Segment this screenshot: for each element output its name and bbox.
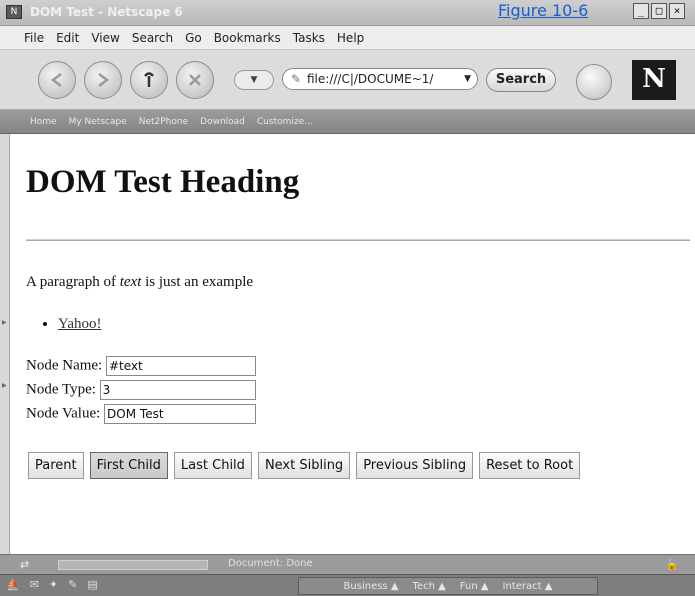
bookmark-home[interactable]: Home — [30, 117, 57, 127]
reset-to-root-button[interactable]: Reset to Root — [479, 452, 581, 479]
channel-interact[interactable]: Interact ▲ — [503, 581, 553, 592]
window-controls: _ □ × — [633, 3, 685, 19]
parent-button[interactable]: Parent — [28, 452, 84, 479]
paragraph-emphasis: text — [119, 274, 142, 290]
sidebar-grip[interactable]: ▶ ▶ — [0, 134, 10, 554]
menu-bar: File Edit View Search Go Bookmarks Tasks… — [0, 26, 695, 50]
list-item: Yahoo! — [58, 316, 101, 333]
address-book-icon[interactable]: ▤ — [87, 578, 97, 591]
component-bar: ⛵ ✉ ✦ ✎ ▤ Business ▲ Tech ▲ Fun ▲ Intera… — [0, 574, 695, 596]
first-child-button[interactable]: First Child — [89, 452, 168, 479]
paragraph: A paragraph of text is just an example — [26, 274, 253, 291]
menu-help[interactable]: Help — [337, 31, 364, 45]
channel-tech[interactable]: Tech ▲ — [413, 581, 446, 592]
node-value-label: Node Value: — [26, 405, 101, 422]
menu-file[interactable]: File — [24, 31, 44, 45]
node-name-field[interactable] — [105, 356, 256, 376]
netscape-logo[interactable]: N — [632, 60, 676, 100]
paragraph-text-after: is just an example — [141, 274, 254, 290]
bookmark-my-netscape[interactable]: My Netscape — [69, 117, 127, 127]
page-heading: DOM Test Heading — [26, 164, 300, 200]
node-value-row: Node Value: — [26, 404, 257, 424]
node-name-label: Node Name: — [26, 357, 103, 374]
channel-bar: Business ▲ Tech ▲ Fun ▲ Interact ▲ — [298, 577, 598, 595]
url-field[interactable]: ✎ file:///C|/DOCUME~1/ ▼ — [282, 68, 478, 90]
menu-search[interactable]: Search — [132, 31, 173, 45]
menu-edit[interactable]: Edit — [56, 31, 79, 45]
channel-fun[interactable]: Fun ▲ — [460, 581, 489, 592]
sidebar-arrow-icon[interactable]: ▶ — [2, 382, 7, 389]
network-icon: ⇄ — [20, 558, 30, 571]
search-button[interactable]: Search — [486, 68, 556, 92]
window-title: DOM Test - Netscape 6 — [30, 5, 183, 19]
node-name-row: Node Name: — [26, 356, 256, 376]
paragraph-text-before: A paragraph of — [26, 274, 120, 290]
lock-icon[interactable]: 🔓 — [665, 558, 679, 571]
previous-sibling-button[interactable]: Previous Sibling — [356, 452, 474, 479]
forward-icon[interactable] — [84, 61, 122, 99]
node-type-row: Node Type: — [26, 380, 256, 400]
bookmark-customize[interactable]: Customize... — [257, 117, 313, 127]
component-icons: ⛵ ✉ ✦ ✎ ▤ — [6, 578, 98, 591]
page-content: DOM Test Heading A paragraph of text is … — [12, 134, 695, 554]
status-text: Document: Done — [228, 558, 313, 569]
minimize-button[interactable]: _ — [633, 3, 649, 19]
reload-icon[interactable] — [130, 61, 168, 99]
bookmark-net2phone[interactable]: Net2Phone — [139, 117, 188, 127]
url-text: file:///C|/DOCUME~1/ — [307, 72, 434, 86]
menu-view[interactable]: View — [91, 31, 119, 45]
close-button[interactable]: × — [669, 3, 685, 19]
navigator-icon[interactable]: ⛵ — [6, 578, 20, 591]
page-icon: ✎ — [291, 72, 302, 86]
personal-toolbar: Home My Netscape Net2Phone Download Cust… — [0, 110, 695, 134]
mail-icon[interactable]: ✉ — [30, 578, 39, 591]
menu-tasks[interactable]: Tasks — [293, 31, 325, 45]
node-value-field[interactable] — [104, 404, 257, 424]
next-sibling-button[interactable]: Next Sibling — [257, 452, 351, 479]
back-icon[interactable] — [38, 61, 76, 99]
channel-business[interactable]: Business ▲ — [344, 581, 399, 592]
figure-link[interactable]: Figure 10-6 — [498, 1, 588, 20]
link-list: Yahoo! — [58, 316, 101, 333]
node-type-label: Node Type: — [26, 381, 96, 398]
bookmark-download[interactable]: Download — [200, 117, 245, 127]
title-bar: N DOM Test - Netscape 6 Figure 10-6 _ □ … — [0, 0, 695, 26]
dom-navigation-buttons: Parent First Child Last Child Next Sibli… — [28, 452, 581, 479]
sidebar-arrow-icon[interactable]: ▶ — [2, 319, 7, 326]
netscape-app-icon: N — [6, 5, 22, 19]
progress-bar — [58, 560, 208, 570]
instant-messenger-icon[interactable]: ✦ — [49, 578, 58, 591]
menu-bookmarks[interactable]: Bookmarks — [214, 31, 281, 45]
stop-icon[interactable] — [176, 61, 214, 99]
print-icon[interactable] — [576, 64, 612, 100]
url-dropdown-icon[interactable]: ▼ — [234, 70, 274, 90]
yahoo-link[interactable]: Yahoo! — [58, 316, 101, 332]
menu-go[interactable]: Go — [185, 31, 202, 45]
maximize-button[interactable]: □ — [651, 3, 667, 19]
node-type-field[interactable] — [99, 380, 256, 400]
last-child-button[interactable]: Last Child — [173, 452, 252, 479]
navigation-toolbar: ▼ ✎ file:///C|/DOCUME~1/ ▼ Search N — [0, 50, 695, 110]
composer-icon[interactable]: ✎ — [68, 578, 77, 591]
chevron-down-icon[interactable]: ▼ — [464, 69, 471, 89]
status-bar: ⇄ Document: Done 🔓 — [0, 554, 695, 574]
horizontal-rule — [26, 239, 690, 241]
